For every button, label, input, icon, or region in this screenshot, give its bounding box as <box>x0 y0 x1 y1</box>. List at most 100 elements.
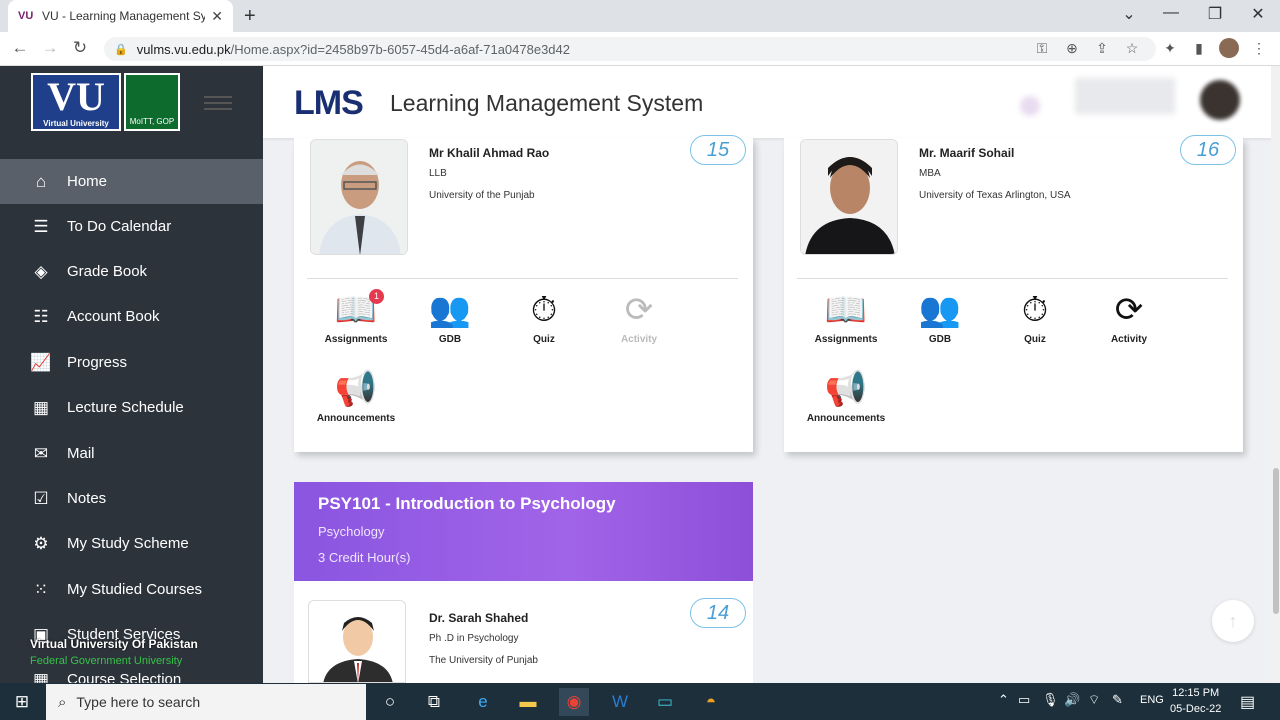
scroll-to-top-button[interactable]: ↑ <box>1212 600 1254 642</box>
chart-icon: 📈 <box>30 352 52 372</box>
side-panel-icon[interactable]: ▮ <box>1189 40 1209 57</box>
close-tab-icon[interactable]: ✕ <box>211 8 223 25</box>
tool-label: Assignments <box>814 334 878 345</box>
monitor-app-icon[interactable]: ▭ <box>650 688 680 716</box>
sidebar-item-mail[interactable]: ✉ Mail <box>0 431 263 476</box>
sidebar: ⌂ Home ☰ To Do Calendar ◈ Grade Book ☷ Accou… <box>0 66 263 683</box>
windows-start-icon[interactable]: ⊞ <box>7 688 37 716</box>
quiz-button[interactable]: ⏱ Quiz <box>990 290 1080 345</box>
university-name: Virtual University Of Pakistan <box>30 637 198 651</box>
tray-chevron-up-icon[interactable]: ⌃ <box>998 692 1009 708</box>
restore-icon[interactable]: ❐ <box>1200 4 1230 24</box>
gdb-button[interactable]: 👥 GDB <box>405 290 495 345</box>
word-icon[interactable]: W <box>605 688 635 716</box>
battery-icon[interactable]: ▭ <box>1018 692 1030 708</box>
announcements-button[interactable]: 📢 Announcements <box>801 369 891 424</box>
sidebar-item-label: Course Selection <box>67 671 182 683</box>
activity-cycle-icon: ⟳ <box>1114 291 1144 329</box>
minimize-icon[interactable]: — <box>1156 4 1186 22</box>
forward-icon[interactable]: → <box>39 38 61 58</box>
avatar[interactable] <box>1200 80 1240 120</box>
page-title: Learning Management System <box>390 90 704 116</box>
pen-icon[interactable]: ✎ <box>1112 692 1123 708</box>
book-reader-icon: 📖 <box>824 291 868 329</box>
home-icon: ⌂ <box>35 171 47 191</box>
activity-button[interactable]: ⟳ Activity <box>594 290 684 345</box>
chrome-icon[interactable]: ◉ <box>559 688 589 716</box>
gdb-button[interactable]: 👥 GDB <box>895 290 985 345</box>
tab-title: VU - Learning Management Syst <box>42 9 206 23</box>
url-path: /Home.aspx?id=2458b97b-6057-45d4-a6af-71… <box>230 41 570 57</box>
sidebar-item-study-scheme[interactable]: ⚙ My Study Scheme <box>0 521 263 566</box>
search-placeholder: Type here to search <box>76 694 201 710</box>
clock[interactable]: 12:15 PM 05-Dec-22 <box>1170 685 1221 717</box>
sidebar-item-label: Home <box>67 173 108 190</box>
sidebar-item-home[interactable]: ⌂ Home <box>0 159 263 204</box>
menu-dots-icon[interactable]: ⋮ <box>1249 40 1269 57</box>
course-title[interactable]: PSY101 - Introduction to Psychology <box>318 494 616 514</box>
browser-tab[interactable]: VU VU - Learning Management Syst ✕ <box>8 0 233 32</box>
activity-button[interactable]: ⟳ Activity <box>1084 290 1174 345</box>
course-count-badge: 15 <box>690 135 746 165</box>
scrollbar-thumb[interactable] <box>1273 468 1279 614</box>
assignments-button[interactable]: 📖 Assignments <box>311 290 401 345</box>
sidebar-item-lecture-schedule[interactable]: ▦ Lecture Schedule <box>0 385 263 430</box>
sidebar-item-label: Grade Book <box>67 263 148 280</box>
divider <box>797 278 1228 279</box>
sidebar-item-notes[interactable]: ☑ Notes <box>0 476 263 521</box>
back-icon[interactable]: ← <box>9 38 31 58</box>
teacher-university: University of Texas Arlington, USA <box>919 190 1071 201</box>
gear-icon: ⚙ <box>33 533 49 553</box>
sidebar-item-todo-calendar[interactable]: ☰ To Do Calendar <box>0 204 263 249</box>
microphone-icon[interactable]: 🎙 <box>1042 692 1059 708</box>
activity-cycle-icon: ⟳ <box>624 291 654 329</box>
calendar-icon: ▦ <box>32 397 50 417</box>
tool-label: Activity <box>620 334 658 345</box>
announcements-button[interactable]: 📢 Announcements <box>311 369 401 424</box>
vu-logo[interactable]: VU Virtual University MoITT, GOP <box>31 73 182 131</box>
file-explorer-icon[interactable]: ▬ <box>513 688 543 716</box>
profile-avatar[interactable] <box>1219 38 1239 58</box>
sidebar-item-grade-book[interactable]: ◈ Grade Book <box>0 249 263 294</box>
calendar-icon: ▦ <box>32 669 50 684</box>
teacher-name: Mr Khalil Ahmad Rao <box>429 146 550 160</box>
chevron-down-icon[interactable]: ⌄ <box>1114 4 1144 24</box>
sidebar-item-account-book[interactable]: ☷ Account Book <box>0 294 263 339</box>
sidebar-item-label: My Studied Courses <box>67 581 203 598</box>
edge-icon[interactable]: e <box>468 688 498 716</box>
share-icon[interactable]: ⇪ <box>1092 40 1112 57</box>
cortana-icon[interactable]: ○ <box>375 688 405 716</box>
volume-icon[interactable]: 🔊 <box>1064 692 1080 708</box>
quiz-button[interactable]: ⏱ Quiz <box>499 290 589 345</box>
url-host: vulms.vu.edu.pk <box>136 41 231 57</box>
date: 05-Dec-22 <box>1170 703 1222 715</box>
vpn-app-icon[interactable]: ◓ <box>696 688 726 716</box>
key-icon[interactable]: ⚿ <box>1032 40 1052 57</box>
close-window-icon[interactable]: ✕ <box>1243 4 1273 24</box>
university-subtitle: Federal Government University <box>30 655 183 667</box>
address-bar[interactable]: 🔒 vulms.vu.edu.pk/Home.aspx?id=2458b97b-… <box>104 37 1156 61</box>
teacher-degree: MBA <box>919 168 941 179</box>
sidebar-item-progress[interactable]: 📈 Progress <box>0 340 263 385</box>
notification-center-icon[interactable]: ▤ <box>1240 692 1255 712</box>
wifi-icon[interactable]: ⌔ <box>1088 692 1100 708</box>
tool-label: Activity <box>1110 334 1148 345</box>
assignments-button[interactable]: 📖 Assignments <box>801 290 891 345</box>
taskbar-search[interactable]: ⌕ Type here to search <box>46 684 366 720</box>
hamburger-menu-icon[interactable] <box>204 96 232 110</box>
input-language[interactable]: ENG <box>1140 694 1164 706</box>
bookmark-star-icon[interactable]: ☆ <box>1122 40 1142 57</box>
reload-icon[interactable]: ↻ <box>69 38 91 58</box>
extensions-icon[interactable]: ✦ <box>1160 40 1180 57</box>
task-view-icon[interactable]: ⧉ <box>419 688 449 716</box>
sidebar-item-studied-courses[interactable]: ⁙ My Studied Courses <box>0 567 263 612</box>
divider <box>307 278 738 279</box>
book-reader-icon: 📖 <box>334 291 378 329</box>
new-tab-icon[interactable]: + <box>244 5 256 28</box>
zoom-icon[interactable]: ⊕ <box>1062 40 1082 57</box>
notification-icon[interactable] <box>1020 96 1040 116</box>
lms-logo[interactable]: LMS <box>294 84 364 123</box>
teacher-name: Dr. Sarah Shahed <box>429 611 529 625</box>
checklist-icon: ☑ <box>33 488 49 508</box>
megaphone-icon: 📢 <box>334 370 378 408</box>
